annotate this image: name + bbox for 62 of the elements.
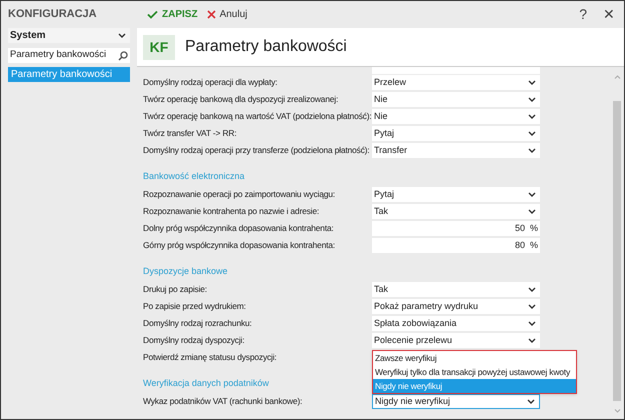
- select-field[interactable]: Nie: [372, 109, 540, 124]
- section-title: Bankowość elektroniczna: [143, 170, 245, 183]
- page-title: Parametry bankowości: [185, 37, 347, 57]
- chevron-down-icon: [528, 209, 536, 214]
- app-title: KONFIGURACJA: [7, 7, 98, 22]
- setting-label: Wykaz podatników VAT (rachunki bankowe):: [143, 395, 304, 408]
- select-field[interactable]: Przelew: [372, 75, 540, 90]
- chevron-down-icon: [118, 33, 126, 38]
- chevron-down-icon: [527, 399, 535, 404]
- setting-label: Twórz transfer VAT -> RR:: [143, 127, 238, 140]
- setting-label: Górny próg współczynnika dopasowania kontrahenta:: [143, 239, 336, 252]
- search-icon: [118, 50, 128, 60]
- chevron-down-icon: [528, 148, 536, 153]
- setting-label: Domyślny rodzaj operacji dla wypłaty:: [143, 76, 278, 89]
- module-badge: KF: [143, 34, 175, 60]
- setting-label: Domyślny rodzaj dyspozycji:: [143, 334, 246, 347]
- number-field[interactable]: 80 %: [372, 238, 540, 253]
- x-icon: [206, 10, 216, 19]
- select-field[interactable]: Pytaj: [372, 126, 540, 141]
- setting-label: Rozpoznawanie kontrahenta po nazwie i adresie:: [143, 205, 320, 218]
- chevron-down-icon: [528, 114, 536, 119]
- chevron-down-icon: [528, 321, 536, 326]
- setting-label: Drukuj po zapisie:: [143, 283, 208, 296]
- setting-label: Po zapisie przed wydrukiem:: [143, 300, 247, 313]
- dropdown-option[interactable]: Zawsze weryfikuj: [373, 351, 576, 365]
- chevron-down-icon: [528, 192, 536, 197]
- setting-label: Twórz operację bankową na wartość VAT (podzielona płatność):: [143, 110, 372, 123]
- search-field[interactable]: Parametry bankowości: [8, 48, 130, 63]
- chevron-down-icon: [528, 304, 536, 309]
- dropdown-option[interactable]: Weryfikuj tylko dla transakcji powyżej ustawowej kwoty: [373, 365, 576, 379]
- chevron-down-icon: [528, 80, 536, 85]
- select-field[interactable]: Nie: [372, 92, 540, 107]
- section-title: Dyspozycje bankowe: [143, 264, 228, 278]
- select-field[interactable]: Spłata zobowiązania: [372, 316, 540, 331]
- cancel-button[interactable]: Anuluj: [206, 7, 248, 22]
- select-field[interactable]: Tak: [372, 282, 540, 297]
- close-button[interactable]: ✕: [603, 4, 615, 25]
- setting-label: Twórz operację bankową dla dyspozycji zrealizowanej:: [143, 93, 340, 106]
- setting-label: Rozpoznawanie operacji po zaimportowaniu wyciągu:: [143, 188, 336, 201]
- select-field[interactable]: Nigdy nie weryfikuj: [372, 394, 540, 409]
- setting-label: Domyślny rodzaj rozrachunku:: [143, 317, 253, 330]
- select-field[interactable]: Transfer: [372, 143, 540, 158]
- chevron-down-icon: [528, 131, 536, 136]
- setting-label: Dolny próg współczynnika dopasowania kontrahenta:: [143, 222, 335, 235]
- check-icon: [147, 10, 158, 19]
- chevron-down-icon: [528, 338, 536, 343]
- scroll-down-icon: [614, 409, 620, 413]
- section-title: Weryfikacja danych podatników: [143, 376, 269, 390]
- help-button[interactable]: ?: [579, 4, 587, 25]
- scroll-up-icon: [614, 75, 620, 79]
- select-field[interactable]: Polecenie przelewu: [372, 333, 540, 348]
- chevron-down-icon: [528, 97, 536, 102]
- setting-label: Potwierdź zmianę statusu dyspozycji:: [143, 351, 278, 364]
- number-field[interactable]: 50 %: [372, 221, 540, 236]
- save-button[interactable]: ZAPISZ: [147, 7, 198, 22]
- select-field[interactable]: Pokaż parametry wydruku: [372, 299, 540, 314]
- select-field[interactable]: Pytaj: [372, 187, 540, 202]
- chevron-down-icon: [528, 287, 536, 292]
- module-select[interactable]: System: [8, 28, 130, 43]
- scrollbar-thumb[interactable]: [613, 101, 621, 401]
- setting-label: Domyślny rodzaj operacji przy transferze (podzielona płatność):: [143, 144, 370, 157]
- select-field[interactable]: Tak: [372, 204, 540, 219]
